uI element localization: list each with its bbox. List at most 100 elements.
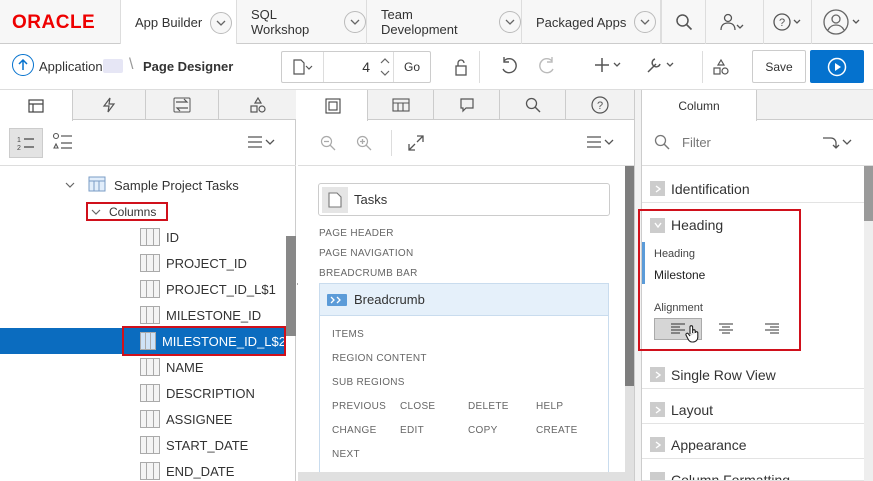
slot-help: HELP — [536, 401, 564, 412]
breadcrumb-region-title: Breadcrumb — [354, 292, 425, 307]
tab-label: SQL Workshop — [251, 7, 310, 37]
oracle-logo[interactable]: ORACLE — [12, 12, 95, 34]
canvas-scrollbar[interactable] — [625, 166, 634, 481]
tree-column-item[interactable]: PROJECT_ID — [140, 250, 286, 276]
chevron-down-icon[interactable] — [499, 11, 521, 33]
filter-input[interactable]: Filter — [682, 135, 711, 150]
numbered-list-icon: 12 — [17, 137, 34, 152]
search-icon[interactable] — [661, 0, 705, 44]
column-label: START_DATE — [166, 437, 249, 453]
tab-layout[interactable] — [298, 90, 368, 121]
tree-column-item[interactable]: PROJECT_ID_L$1 — [140, 276, 286, 302]
section-identification[interactable]: Identification — [642, 175, 864, 203]
save-button[interactable]: Save — [752, 50, 806, 83]
section-appearance[interactable]: Appearance — [642, 431, 864, 459]
expand-icon[interactable] — [408, 135, 424, 151]
go-to-group-icon[interactable] — [822, 134, 854, 150]
tab-column[interactable]: Column — [642, 90, 757, 121]
arrow-up-circle-icon[interactable] — [12, 54, 34, 76]
component-view-icon[interactable] — [52, 132, 74, 152]
filter-search-icon — [654, 134, 670, 150]
interactive-grid-icon — [88, 176, 106, 192]
section-label: Appearance — [671, 436, 747, 453]
tree-column-item[interactable]: END_DATE — [140, 458, 286, 481]
columns-label: Columns — [109, 204, 157, 219]
column-label: PROJECT_ID_L$1 — [166, 281, 276, 297]
section-heading[interactable]: Heading — [642, 211, 797, 239]
section-column-formatting[interactable]: Column Formatting — [642, 466, 864, 481]
page-list-button[interactable] — [282, 52, 324, 82]
section-layout[interactable]: Layout — [642, 396, 864, 424]
column-icon — [140, 384, 160, 402]
lock-icon[interactable] — [442, 51, 480, 83]
splitter-handle[interactable] — [286, 236, 296, 336]
profile-avatar-icon[interactable] — [811, 0, 873, 44]
run-page-button[interactable] — [810, 50, 864, 83]
align-right-icon — [765, 323, 779, 334]
tree-node-columns[interactable]: Columns — [86, 202, 168, 221]
redo-icon[interactable] — [538, 56, 556, 74]
tab-help[interactable]: ? — [566, 90, 634, 120]
alignment-field-label: Alignment — [654, 302, 703, 314]
chevron-down-icon[interactable] — [634, 11, 657, 33]
tree-column-item[interactable]: NAME — [140, 354, 286, 380]
slot-next: NEXT — [332, 449, 360, 460]
tree-node-region[interactable]: Sample Project Tasks — [64, 172, 239, 198]
top-navigation-bar: ORACLE App Builder SQL Workshop Team Dev… — [0, 0, 873, 45]
property-scrollbar[interactable] — [864, 166, 873, 481]
tab-component-view[interactable] — [368, 90, 434, 120]
breadcrumb-region-header[interactable]: Breadcrumb — [320, 284, 608, 316]
tree-column-item[interactable]: ASSIGNEE — [140, 406, 286, 432]
chevron-down-icon[interactable] — [210, 11, 233, 34]
page-designer-toolbar: Application \ Page Designer 4 Go Save — [0, 44, 873, 90]
processing-icon — [173, 97, 191, 113]
user-settings-icon[interactable] — [705, 0, 763, 44]
position-page-navigation: PAGE NAVIGATION — [319, 248, 414, 259]
column-label: DESCRIPTION — [166, 385, 255, 401]
tab-search[interactable] — [500, 90, 566, 120]
tree-column-item[interactable]: DESCRIPTION — [140, 380, 286, 406]
chevron-down-icon[interactable] — [344, 11, 366, 33]
menu-icon[interactable] — [586, 135, 616, 149]
shared-components-icon[interactable] — [702, 51, 738, 83]
page-title-region[interactable]: Tasks — [318, 183, 610, 216]
tab-sql-workshop[interactable]: SQL Workshop — [237, 0, 367, 44]
heading-field-value[interactable]: Milestone — [654, 268, 705, 282]
section-single-row-view[interactable]: Single Row View — [642, 361, 864, 389]
align-right-button[interactable] — [764, 323, 780, 335]
search-icon — [525, 97, 540, 113]
menu-icon[interactable] — [247, 135, 277, 149]
tab-processing[interactable] — [146, 90, 219, 120]
tree-column-item[interactable]: MILESTONE_ID_L$2 — [0, 326, 286, 356]
tab-rendering[interactable] — [0, 90, 73, 121]
numbered-view-button[interactable]: 12 — [9, 128, 43, 158]
tab-messages[interactable] — [434, 90, 500, 120]
tree-column-item[interactable]: ID — [140, 224, 286, 250]
application-breadcrumb[interactable]: Application — [39, 59, 103, 74]
tree-column-item[interactable]: START_DATE — [140, 432, 286, 458]
page-number-input[interactable]: 4 — [324, 52, 376, 82]
section-label: Identification — [671, 180, 750, 197]
align-center-icon — [719, 323, 733, 334]
help-menu-icon[interactable]: ? — [763, 0, 811, 44]
property-editor-tabs: Column — [642, 90, 873, 121]
tab-dynamic-actions[interactable] — [73, 90, 146, 120]
svg-text:?: ? — [597, 100, 603, 112]
tab-app-builder[interactable]: App Builder — [120, 0, 237, 45]
center-pane-tabs: ? — [298, 90, 634, 121]
align-center-button[interactable] — [718, 323, 734, 335]
go-button[interactable]: Go — [394, 52, 430, 82]
zoom-in-icon[interactable] — [356, 135, 372, 151]
tab-team-development[interactable]: Team Development — [367, 0, 522, 44]
tree-column-item[interactable]: MILESTONE_ID — [140, 302, 286, 328]
wrench-menu-icon[interactable] — [645, 55, 681, 75]
section-label: Layout — [671, 401, 714, 418]
tab-packaged-apps[interactable]: Packaged Apps — [522, 0, 661, 44]
undo-icon[interactable] — [500, 56, 518, 74]
zoom-out-icon[interactable] — [320, 135, 336, 151]
page-number-stepper[interactable] — [376, 52, 394, 82]
tab-shared-components[interactable] — [219, 90, 296, 120]
canvas-horizontal-scrollbar[interactable] — [298, 472, 625, 481]
create-menu-icon[interactable] — [593, 56, 625, 74]
column-icon — [140, 410, 160, 428]
